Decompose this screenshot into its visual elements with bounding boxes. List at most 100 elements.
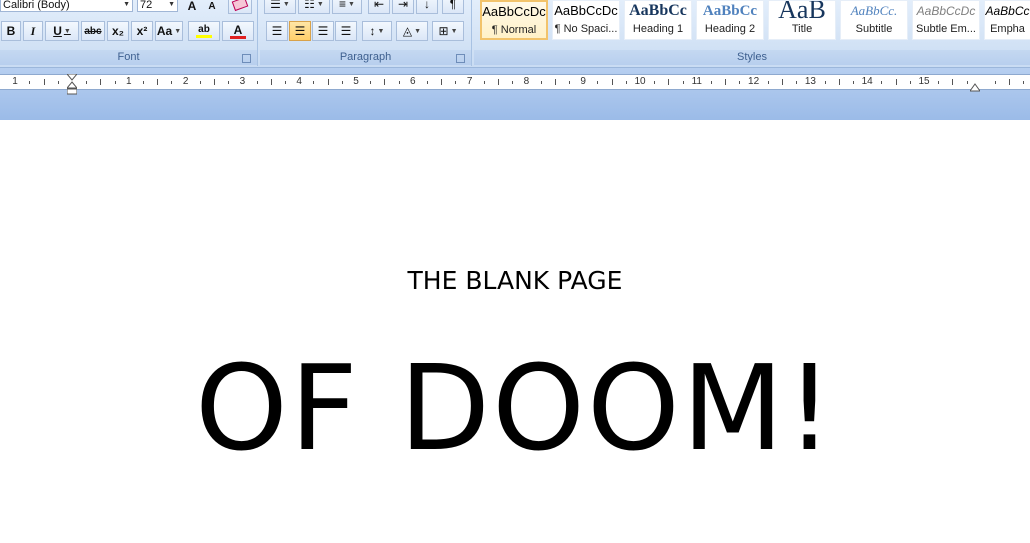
style-name: Subtitle — [855, 23, 893, 35]
align-center-icon: ☰ — [294, 24, 306, 38]
bold-button[interactable]: B — [1, 21, 21, 41]
bullets-button[interactable]: ☰ ▼ — [264, 0, 296, 14]
ruler-tick — [214, 79, 215, 85]
ruler-tick — [498, 79, 499, 85]
line-spacing-button[interactable]: ↕ ▼ — [362, 21, 392, 41]
style-sample: AaBbCc. — [850, 3, 898, 18]
align-center-button[interactable]: ☰ — [289, 21, 311, 41]
italic-button[interactable]: I — [23, 21, 43, 41]
highlight-button[interactable]: ab — [188, 21, 220, 41]
ruler-tick — [825, 81, 826, 84]
chevron-down-icon: ▼ — [450, 27, 458, 35]
chevron-down-icon: ▼ — [63, 27, 71, 35]
ruler-tick — [683, 81, 684, 84]
document-line-1[interactable]: THE BLANK PAGE — [0, 266, 1030, 295]
underline-icon: U — [53, 24, 62, 38]
font-dialog-launcher-icon[interactable] — [242, 54, 251, 63]
ruler-tick — [995, 81, 996, 84]
align-right-button[interactable]: ☰ — [312, 21, 334, 41]
decrease-indent-icon: ⇤ — [373, 0, 385, 11]
style-subtitle[interactable]: AaBbCc. Subtitle — [840, 0, 908, 40]
document-line-2[interactable]: OF DOOM! — [0, 343, 1030, 473]
italic-icon: I — [30, 23, 36, 38]
decrease-indent-button[interactable]: ⇤ — [368, 0, 390, 14]
ruler-number: 6 — [410, 76, 416, 87]
numbering-button[interactable]: ☷ ▼ — [298, 0, 330, 14]
increase-indent-button[interactable]: ⇥ — [392, 0, 414, 14]
ruler-tick — [910, 81, 911, 84]
superscript-icon: x² — [136, 24, 148, 38]
style-sample: AaBbCcDc — [554, 3, 618, 18]
font-color-button[interactable]: A — [222, 21, 254, 41]
font-size-combo[interactable]: 72 ▼ — [137, 0, 178, 12]
multilevel-list-button[interactable]: ≡ ▼ — [332, 0, 362, 14]
chevron-down-icon: ▼ — [348, 0, 355, 8]
font-group: Calibri (Body) ▼ 72 ▼ A A B I U ▼ abc x₂ … — [0, 0, 258, 66]
change-case-button[interactable]: Aa ▼ — [155, 21, 183, 41]
strikethrough-button[interactable]: abc — [81, 21, 105, 41]
styles-gallery: AaBbCcDc ¶ Normal AaBbCcDc ¶ No Spaci...… — [477, 0, 1030, 41]
ruler-number: 3 — [239, 76, 246, 87]
font-name-combo[interactable]: Calibri (Body) ▼ — [0, 0, 133, 12]
ruler-number: 4 — [296, 76, 302, 87]
ruler-tick — [612, 79, 613, 85]
style-name: Heading 1 — [632, 23, 684, 35]
style-subtle-emphasis[interactable]: AaBbCcDc Subtle Em... — [912, 0, 980, 40]
styles-group-label: Styles — [474, 50, 1030, 65]
style-sample: AaBbCc — [629, 2, 687, 19]
bold-icon: B — [6, 24, 16, 38]
style-title[interactable]: AaB Title — [768, 0, 836, 40]
font-name-value: Calibri (Body) — [3, 0, 70, 11]
ruler-tick — [668, 79, 669, 85]
ruler-tick — [399, 81, 400, 84]
style-emphasis[interactable]: AaBbCc Empha — [984, 0, 1030, 40]
borders-button[interactable]: ⊞ ▼ — [432, 21, 464, 41]
ruler-tick — [725, 79, 726, 85]
style-normal[interactable]: AaBbCcDc ¶ Normal — [480, 0, 548, 40]
ruler-tick — [115, 81, 116, 84]
pilcrow-icon: ¶ — [449, 0, 457, 11]
line-spacing-icon: ↕ — [369, 24, 376, 38]
ruler-number: 8 — [523, 76, 530, 87]
justify-button[interactable]: ☰ — [335, 21, 357, 41]
style-heading-1[interactable]: AaBbCc Heading 1 — [624, 0, 692, 40]
chevron-down-icon: ▼ — [282, 0, 290, 8]
ruler-tick — [512, 81, 513, 84]
chevron-down-icon: ▼ — [123, 1, 130, 8]
subscript-button[interactable]: x₂ — [107, 21, 129, 41]
underline-button[interactable]: U ▼ — [45, 21, 79, 41]
shading-button[interactable]: ◬ ▼ — [396, 21, 428, 41]
superscript-button[interactable]: x² — [131, 21, 153, 41]
indent-marker-icon[interactable] — [65, 73, 79, 96]
ruler-tick — [157, 79, 158, 85]
font-color-icon: A — [233, 22, 243, 37]
paragraph-group: ☰ ▼ ☷ ▼ ≡ ▼ ⇤ ⇥ ↓ ¶ ☰ ☰ ☰ ☰ ↕ ▼ ◬ ▼ ⊞ ▼ Paragr… — [260, 0, 472, 66]
align-left-button[interactable]: ☰ — [266, 21, 288, 41]
ruler-tick — [952, 79, 953, 85]
sort-button[interactable]: ↓ — [416, 0, 438, 14]
ruler-tick — [285, 81, 286, 84]
style-heading-2[interactable]: AaBbCc Heading 2 — [696, 0, 764, 40]
ruler-tick — [569, 81, 570, 84]
ruler-tick — [384, 79, 385, 85]
right-indent-marker-icon[interactable] — [969, 80, 981, 92]
ruler-tick — [257, 81, 258, 84]
grow-font-button[interactable]: A — [183, 0, 201, 16]
chevron-down-icon: ▼ — [377, 27, 385, 35]
style-no-spacing[interactable]: AaBbCcDc ¶ No Spaci... — [552, 0, 620, 40]
paragraph-dialog-launcher-icon[interactable] — [456, 54, 465, 63]
shrink-font-button[interactable]: A — [203, 0, 221, 16]
clear-formatting-button[interactable] — [228, 0, 252, 14]
ruler-tick — [86, 81, 87, 84]
ruler-number: 9 — [580, 76, 586, 87]
borders-icon: ⊞ — [438, 24, 449, 38]
ruler-number: 5 — [353, 76, 359, 87]
ruler-tick — [839, 79, 840, 85]
ruler-tick — [1009, 79, 1010, 85]
horizontal-ruler[interactable]: 1 1 2 3 4 5 6 7 8 9 10 11 12 13 14 15 — [0, 74, 1030, 90]
document-page[interactable]: THE BLANK PAGE OF DOOM! — [0, 121, 1030, 543]
font-size-value: 72 — [140, 0, 153, 11]
ruler-tick — [200, 81, 201, 84]
show-formatting-button[interactable]: ¶ — [442, 0, 464, 14]
ruler-number: 12 — [748, 76, 760, 87]
